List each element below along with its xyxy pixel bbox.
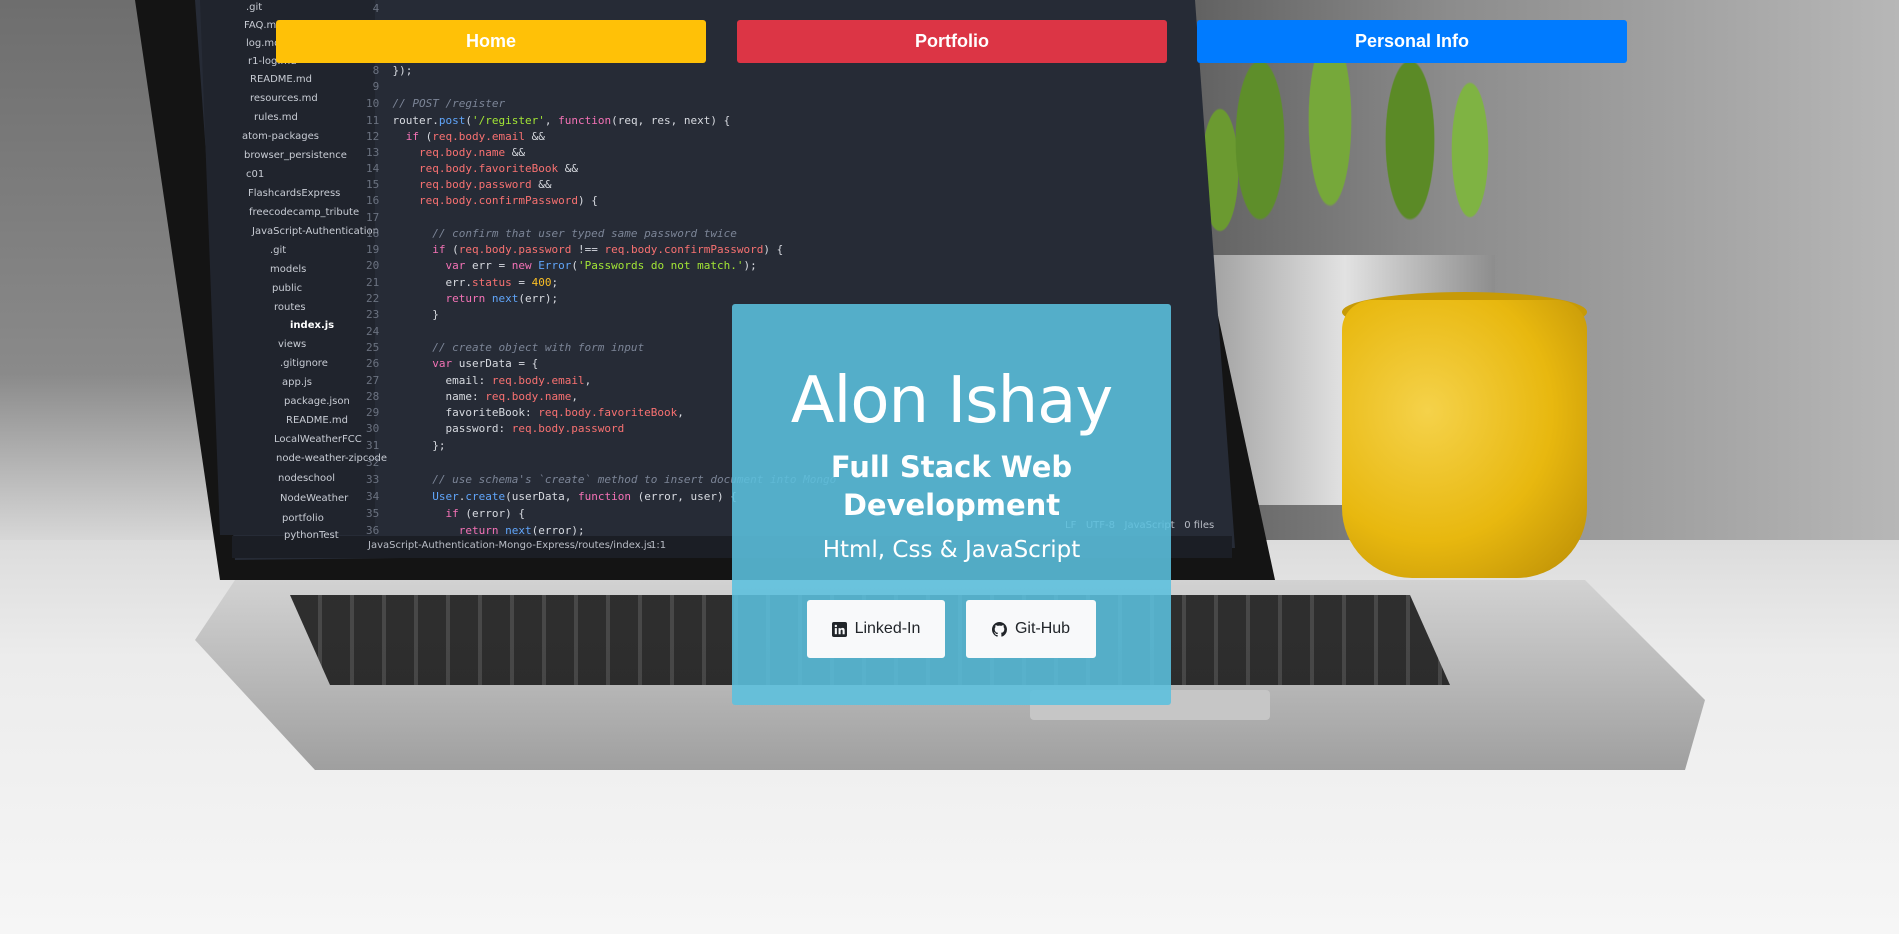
linkedin-icon	[831, 621, 847, 637]
github-icon	[991, 621, 1007, 637]
nav-home-button[interactable]: Home	[276, 20, 706, 63]
social-buttons: Linked-In Git-Hub	[732, 600, 1171, 658]
linkedin-label: Linked-In	[854, 620, 921, 637]
background-yellow-cup	[1342, 300, 1587, 578]
github-label: Git-Hub	[1014, 620, 1071, 637]
github-button[interactable]: Git-Hub	[966, 600, 1096, 658]
hero-skills: Html, Css & JavaScript	[822, 537, 1081, 563]
nav-personal-info-button[interactable]: Personal Info	[1197, 20, 1627, 63]
page: .git FAQ.md log.md r1-log.md README.md r…	[0, 0, 1899, 934]
hero-name: Alon Ishay	[790, 364, 1114, 438]
hero-role: Full Stack Web Development	[830, 450, 1073, 522]
background-editor-sidebar	[200, 0, 375, 535]
hero-card: Alon Ishay Full Stack Web Development Ht…	[732, 304, 1171, 705]
nav-portfolio-button[interactable]: Portfolio	[737, 20, 1167, 63]
linkedin-button[interactable]: Linked-In	[807, 600, 945, 658]
